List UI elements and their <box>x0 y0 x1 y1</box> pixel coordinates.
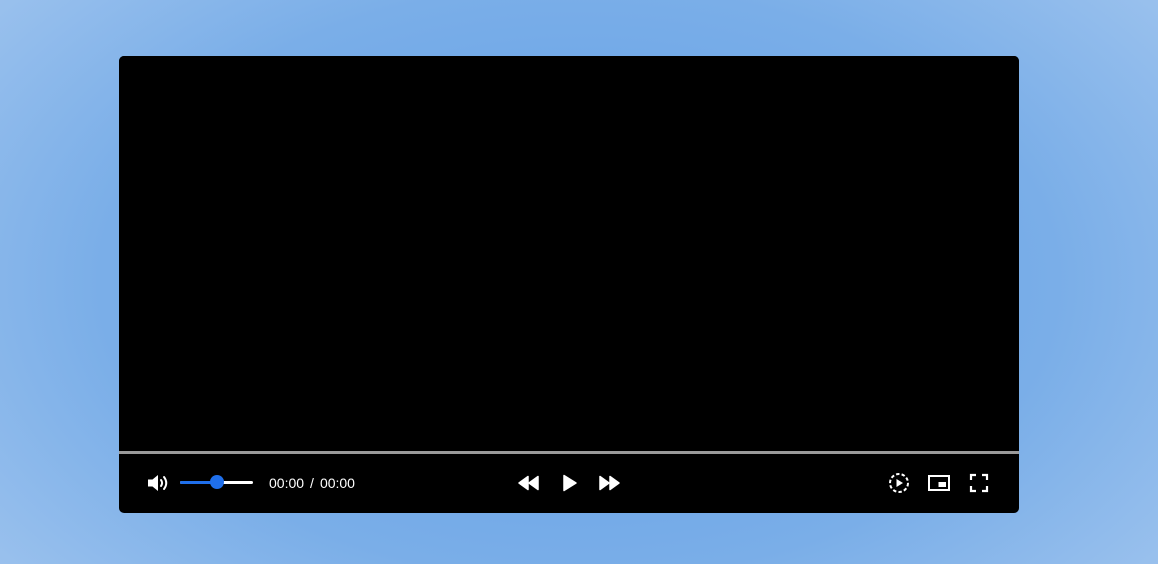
fast-forward-button[interactable] <box>596 471 622 495</box>
picture-in-picture-icon <box>927 473 951 493</box>
picture-in-picture-button[interactable] <box>926 471 952 495</box>
rewind-button[interactable] <box>516 471 542 495</box>
play-button[interactable] <box>556 471 582 495</box>
volume-high-icon <box>146 472 172 494</box>
video-player: 00:00 / 00:00 <box>119 56 1019 513</box>
rewind-icon <box>517 474 541 492</box>
play-icon <box>559 473 579 493</box>
volume-button[interactable] <box>146 471 172 495</box>
playback-speed-icon <box>888 472 910 494</box>
volume-slider-thumb[interactable] <box>209 475 224 489</box>
playback-speed-button[interactable] <box>886 471 912 495</box>
duration-time: 00:00 <box>319 475 355 491</box>
fullscreen-icon <box>969 473 989 493</box>
video-screen[interactable] <box>119 56 1019 451</box>
fast-forward-icon <box>597 474 621 492</box>
fullscreen-button[interactable] <box>966 471 992 495</box>
volume-slider[interactable] <box>180 475 253 489</box>
time-display: 00:00 / 00:00 <box>269 474 355 492</box>
time-separator: / <box>310 475 314 491</box>
control-bar: 00:00 / 00:00 <box>119 454 1019 513</box>
current-time: 00:00 <box>269 475 305 491</box>
